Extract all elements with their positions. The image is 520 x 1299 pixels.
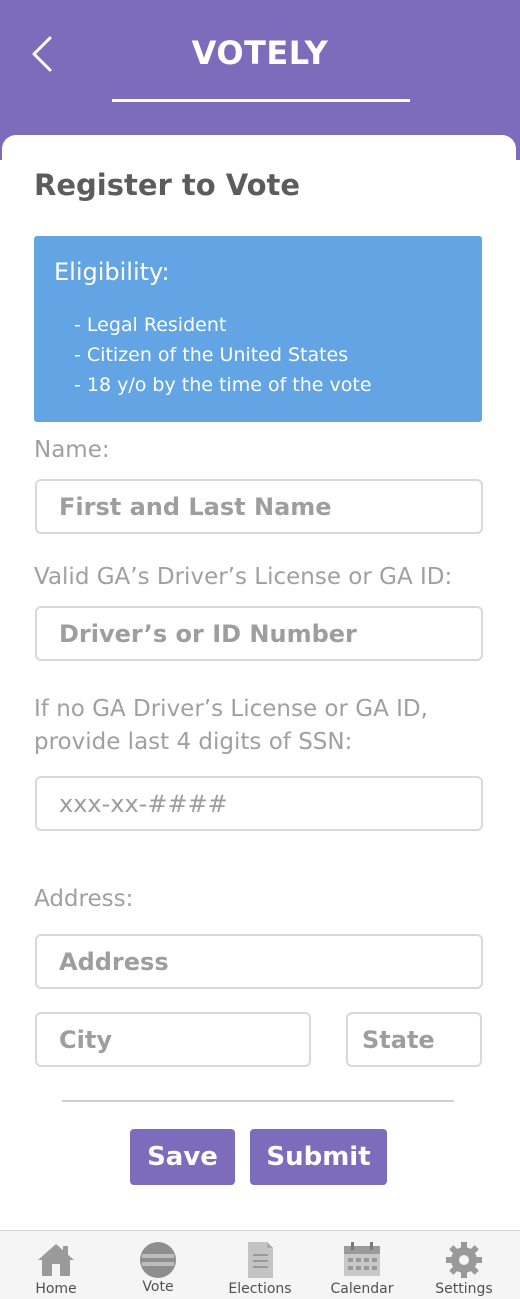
eligibility-box: Eligibility: - Legal Resident - Citizen … (34, 236, 482, 422)
home-icon (38, 1244, 74, 1276)
ssn-label-line1: If no GA Driver’s License or GA ID, (34, 696, 428, 722)
tab-home[interactable]: Home (4, 1231, 108, 1299)
document-icon (248, 1242, 273, 1278)
city-input[interactable]: City (35, 1012, 311, 1067)
app-title: VOTELY (191, 34, 329, 72)
submit-button[interactable]: Submit (250, 1129, 387, 1185)
eligibility-item: - Legal Resident (74, 314, 227, 336)
tab-vote[interactable]: Vote (106, 1231, 210, 1299)
tab-label: Elections (228, 1281, 292, 1297)
name-label: Name: (34, 437, 110, 463)
tab-label: Settings (435, 1281, 493, 1297)
tab-bar: Home Vote Elections Calendar Settings (0, 1230, 520, 1299)
calendar-icon (344, 1242, 380, 1276)
vote-icon (140, 1242, 176, 1278)
page-title: Register to Vote (34, 168, 301, 202)
license-label: Valid GA’s Driver’s License or GA ID: (34, 564, 453, 590)
ssn-label-line2: provide last 4 digits of SSN: (34, 729, 353, 755)
eligibility-item: - 18 y/o by the time of the vote (74, 374, 372, 396)
address-label: Address: (34, 886, 134, 912)
eligibility-heading: Eligibility: (54, 258, 170, 286)
form-divider (62, 1100, 454, 1102)
state-input[interactable]: State (346, 1012, 482, 1067)
name-input[interactable]: First and Last Name (35, 479, 483, 534)
state-placeholder: State (362, 1025, 435, 1054)
gear-icon (446, 1242, 482, 1278)
tab-label: Calendar (330, 1281, 394, 1297)
address-placeholder: Address (59, 947, 169, 976)
tab-label: Home (35, 1281, 77, 1297)
ssn-placeholder: xxx-xx-#### (59, 789, 228, 818)
license-input[interactable]: Driver’s or ID Number (35, 606, 483, 661)
eligibility-item: - Citizen of the United States (74, 344, 349, 366)
tab-settings[interactable]: Settings (412, 1231, 516, 1299)
tab-label: Vote (142, 1279, 174, 1295)
ssn-input[interactable]: xxx-xx-#### (35, 776, 483, 831)
tab-elections[interactable]: Elections (208, 1231, 312, 1299)
save-button[interactable]: Save (130, 1129, 235, 1185)
address-input[interactable]: Address (35, 934, 483, 989)
name-placeholder: First and Last Name (59, 492, 332, 521)
title-underline (112, 99, 410, 102)
city-placeholder: City (59, 1025, 112, 1054)
tab-calendar[interactable]: Calendar (310, 1231, 414, 1299)
license-placeholder: Driver’s or ID Number (59, 619, 357, 648)
